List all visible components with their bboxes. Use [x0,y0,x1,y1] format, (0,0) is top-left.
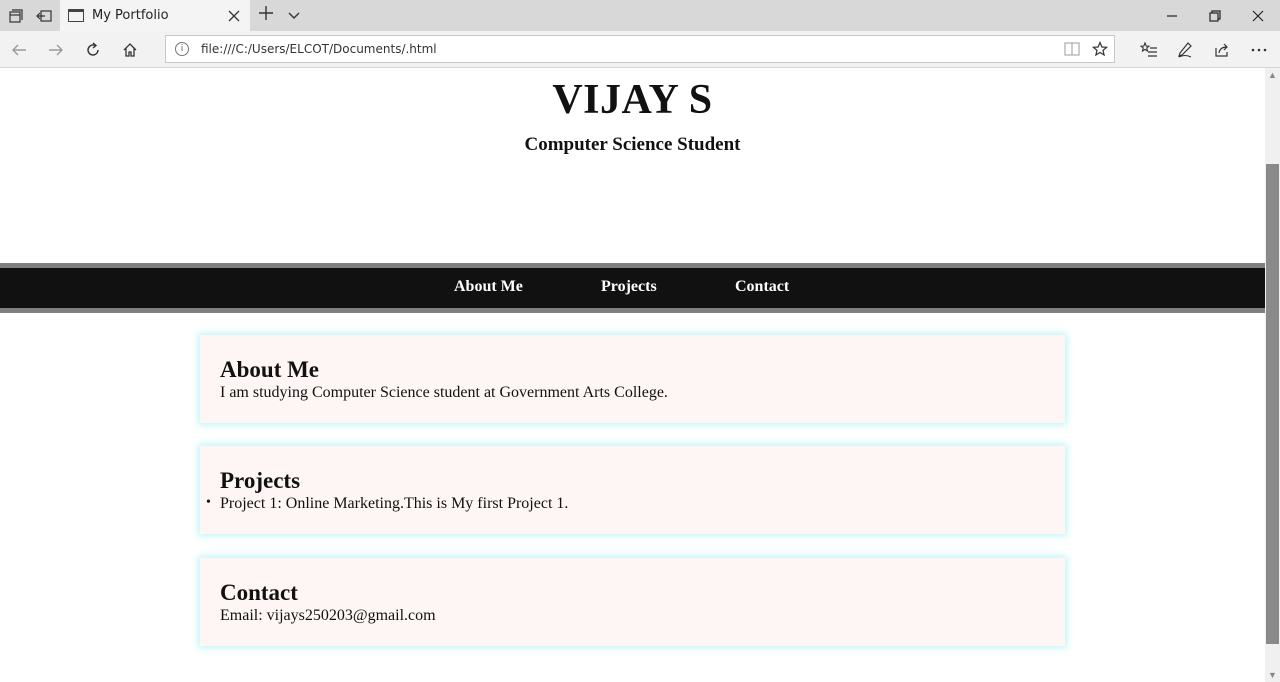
forward-arrow-icon[interactable] [45,39,67,61]
close-window-icon[interactable] [1236,0,1280,31]
tab-my-portfolio[interactable]: My Portfolio [60,0,250,31]
tab-strip: My Portfolio [0,0,1280,31]
back-arrow-icon[interactable] [8,39,30,61]
nav-link-contact[interactable]: Contact [735,278,789,296]
nav-link-projects[interactable]: Projects [601,278,657,296]
favorites-list-icon[interactable] [1138,39,1160,61]
restore-icon[interactable] [1193,0,1237,31]
projects-title: Projects [220,468,301,493]
site-tagline: Computer Science Student [524,134,741,155]
more-icon[interactable] [1248,39,1270,61]
list-bullet: • [206,495,211,510]
contact-email[interactable]: Email: vijays250203@gmail.com [220,607,436,625]
scroll-down-arrow-icon[interactable]: ▼ [1265,668,1280,682]
contact-section: Contact Email: vijays250203@gmail.com [200,558,1065,646]
nav-link-about[interactable]: About Me [454,278,523,296]
about-title: About Me [220,357,320,382]
scroll-up-arrow-icon[interactable]: ▲ [1265,68,1280,82]
close-tab-icon[interactable] [222,4,246,28]
info-icon[interactable]: i [175,42,189,56]
scroll-thumb[interactable] [1266,164,1279,644]
vertical-scrollbar[interactable]: ▲ ▼ [1265,68,1280,682]
chevron-down-icon[interactable] [284,6,304,26]
reading-view-icon[interactable] [1058,35,1086,63]
about-section: About Me I am studying Computer Science … [200,335,1065,423]
project-item: Project 1: Online Marketing.This is My f… [220,495,569,512]
site-nav-bar: About Me Projects Contact [0,268,1265,308]
address-bar[interactable]: i file:///C:/Users/ELCOT/Documents/.html [165,35,1115,63]
site-name: VIJAY S [552,77,713,123]
tab-title: My Portfolio [92,8,169,23]
refresh-icon[interactable] [82,39,104,61]
pen-icon[interactable] [1174,39,1196,61]
star-icon[interactable] [1086,35,1114,63]
about-text: I am studying Computer Science student a… [220,384,668,401]
minimize-icon[interactable] [1150,0,1194,31]
projects-section: Projects • Project 1: Online Marketing.T… [200,446,1065,534]
url-text[interactable]: file:///C:/Users/ELCOT/Documents/.html [201,42,1058,56]
share-icon[interactable] [1211,39,1233,61]
set-aside-tabs-icon[interactable] [34,6,54,26]
page-viewport: VIJAY S Computer Science Student About M… [0,68,1265,682]
browser-toolbar: i file:///C:/Users/ELCOT/Documents/.html [0,31,1280,68]
home-icon[interactable] [119,39,141,61]
page-icon [68,9,84,22]
site-nav: About Me Projects Contact [0,263,1265,313]
contact-title: Contact [220,580,298,605]
tab-manager-icon[interactable] [6,6,26,26]
new-tab-plus-icon[interactable] [256,4,276,26]
